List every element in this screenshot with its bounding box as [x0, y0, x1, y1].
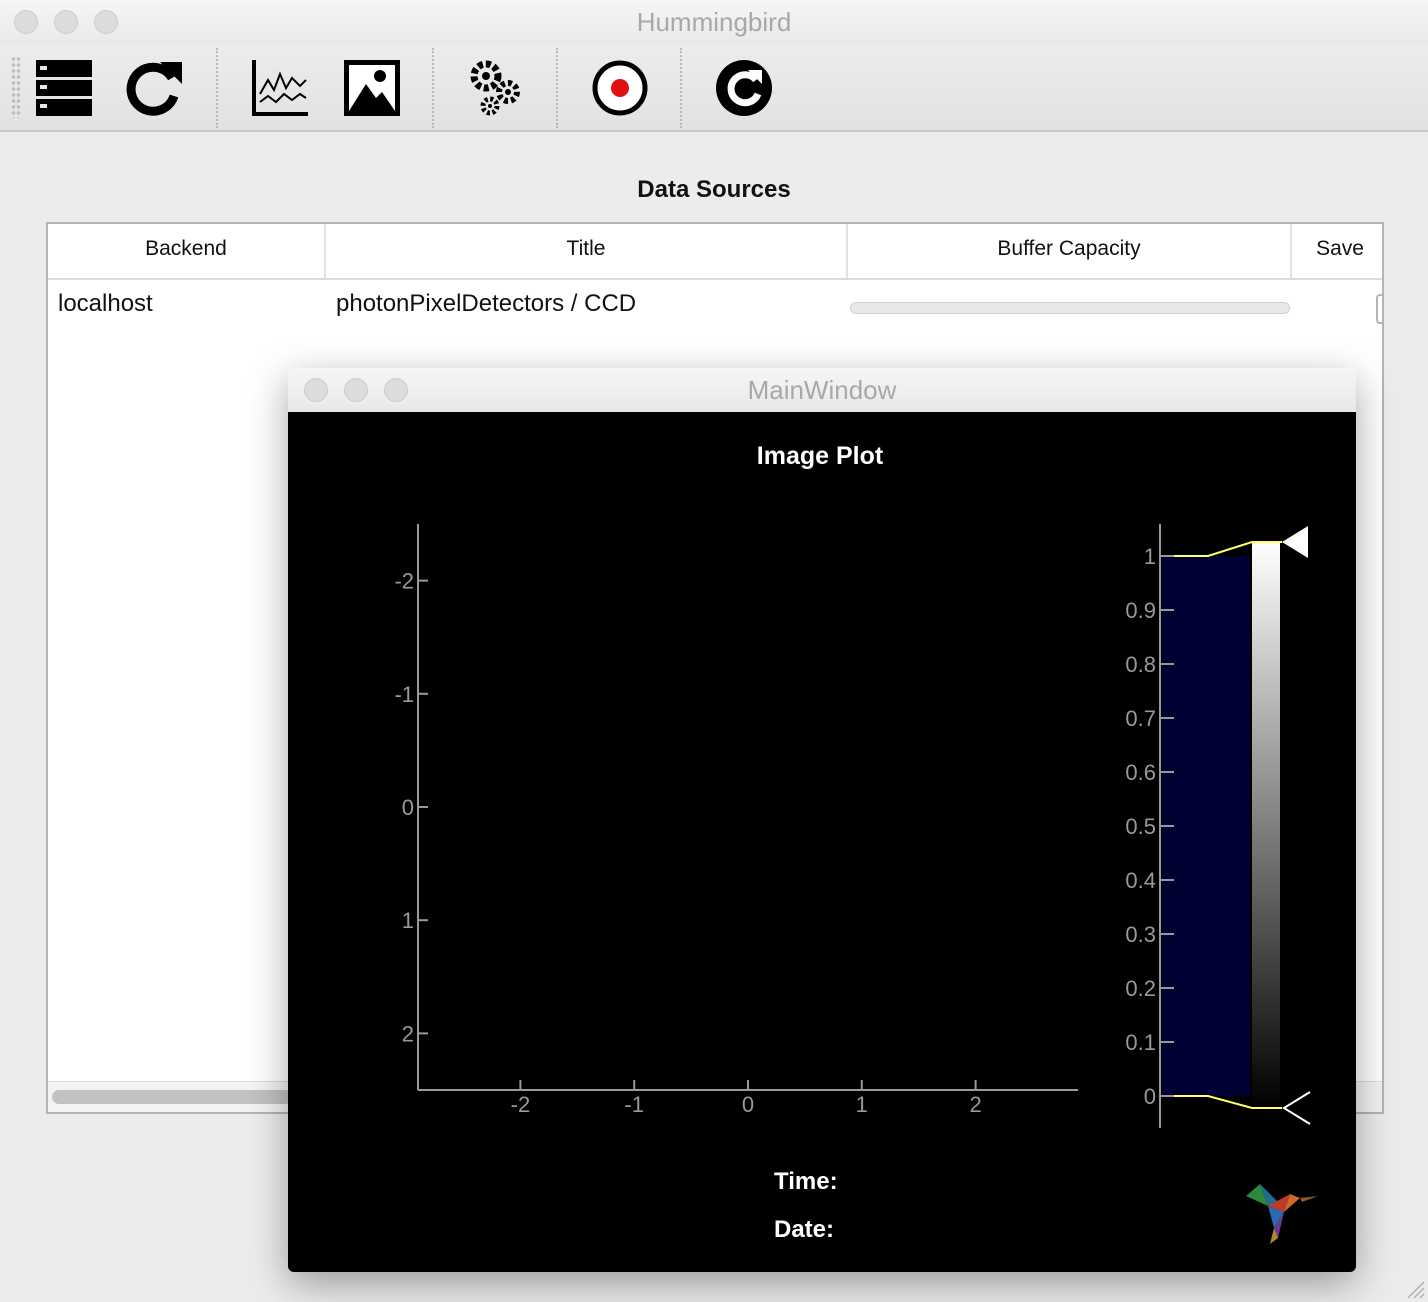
reload-button[interactable]	[122, 56, 186, 120]
colorbar-tick-label: 0.7	[1125, 706, 1156, 731]
colorbar-min-handle-icon[interactable]	[1282, 1091, 1311, 1125]
refresh-button[interactable]	[712, 56, 776, 120]
table-header: Backend Title Buffer Capacity Save	[48, 224, 1382, 280]
toolbar-grip[interactable]	[11, 56, 21, 118]
toolbar	[0, 44, 1428, 132]
y-tick-label: 2	[402, 1021, 414, 1046]
toolbar-separator	[556, 48, 558, 128]
image-plot-icon	[344, 60, 400, 116]
toolbar-separator	[216, 48, 218, 128]
colorbar-tick-label: 0	[1144, 1084, 1156, 1109]
colorbar-tick-label: 1	[1144, 544, 1156, 569]
plot-title: Image Plot	[757, 442, 884, 470]
x-tick-label: 1	[856, 1092, 868, 1117]
settings-icon	[470, 60, 520, 116]
scrollbar-thumb[interactable]	[52, 1090, 292, 1104]
date-label: Date:	[774, 1216, 835, 1243]
colorbar-tick-label: 0.3	[1125, 922, 1156, 947]
main-window: MainWindow Image Plot -2 -1 0 1 2 -2 -1 0 1 2 0 0…	[288, 368, 1356, 1272]
y-tick-label: -2	[394, 569, 414, 594]
data-sources-title: Data Sources	[637, 176, 791, 203]
colorbar-tick-label: 0.1	[1125, 1030, 1156, 1055]
line-plot-button[interactable]	[248, 56, 312, 120]
x-tick-label: 0	[742, 1092, 754, 1117]
x-tick-label: 2	[969, 1092, 981, 1117]
colorbar-tick-label: 0.8	[1125, 652, 1156, 677]
app-titlebar: Hummingbird	[0, 0, 1428, 45]
line-plot-icon	[252, 60, 308, 116]
reload-icon	[126, 62, 182, 116]
toolbar-separator	[680, 48, 682, 128]
time-label: Time:	[774, 1168, 838, 1195]
data-sources-icon	[36, 60, 92, 116]
toolbar-separator	[432, 48, 434, 128]
image-plot-chart[interactable]: Image Plot -2 -1 0 1 2 -2 -1 0 1 2 0 0.1 0.2 0.3 0.4…	[288, 412, 1356, 1272]
resize-grip-icon[interactable]	[1404, 1278, 1426, 1300]
row-title: photonPixelDetectors / CCD	[336, 290, 637, 317]
y-tick-label: 0	[402, 795, 414, 820]
colorbar-tick-label: 0.9	[1125, 598, 1156, 623]
colorbar-tick-label: 0.5	[1125, 814, 1156, 839]
data-sources-button[interactable]	[32, 56, 96, 120]
colorbar-max-handle-icon[interactable]	[1282, 526, 1308, 558]
settings-button[interactable]	[464, 56, 528, 120]
image-plot-area: Image Plot -2 -1 0 1 2 -2 -1 0 1 2 0 0.1 0.2 0.3 0.4…	[288, 412, 1356, 1272]
colorbar-tick-label: 0.4	[1125, 868, 1156, 893]
colorbar-tick-label: 0.6	[1125, 760, 1156, 785]
colorbar-histogram	[1162, 556, 1250, 1096]
app-title: Hummingbird	[636, 7, 792, 37]
x-tick-label: -1	[624, 1092, 644, 1117]
y-tick-label: 1	[402, 908, 414, 933]
column-header-backend[interactable]: Backend	[48, 224, 326, 278]
image-plot-button[interactable]	[340, 56, 404, 120]
main-window-titlebar[interactable]: MainWindow	[288, 368, 1356, 413]
record-button[interactable]	[588, 56, 652, 120]
record-icon	[592, 60, 648, 116]
x-tick-label: -2	[511, 1092, 531, 1117]
save-checkbox[interactable]	[1376, 294, 1382, 324]
hummingbird-logo-icon	[1246, 1184, 1318, 1244]
colorbar-gradient[interactable]	[1252, 542, 1280, 1108]
column-header-save[interactable]: Save	[1292, 224, 1382, 278]
buffer-capacity-bar	[850, 302, 1290, 314]
main-window-title: MainWindow	[747, 375, 897, 405]
column-header-title[interactable]: Title	[326, 224, 848, 278]
column-header-buffer-capacity[interactable]: Buffer Capacity	[848, 224, 1292, 278]
refresh-icon	[716, 60, 772, 116]
y-tick-label: -1	[394, 682, 414, 707]
row-backend: localhost	[58, 290, 153, 317]
colorbar-tick-label: 0.2	[1125, 976, 1156, 1001]
